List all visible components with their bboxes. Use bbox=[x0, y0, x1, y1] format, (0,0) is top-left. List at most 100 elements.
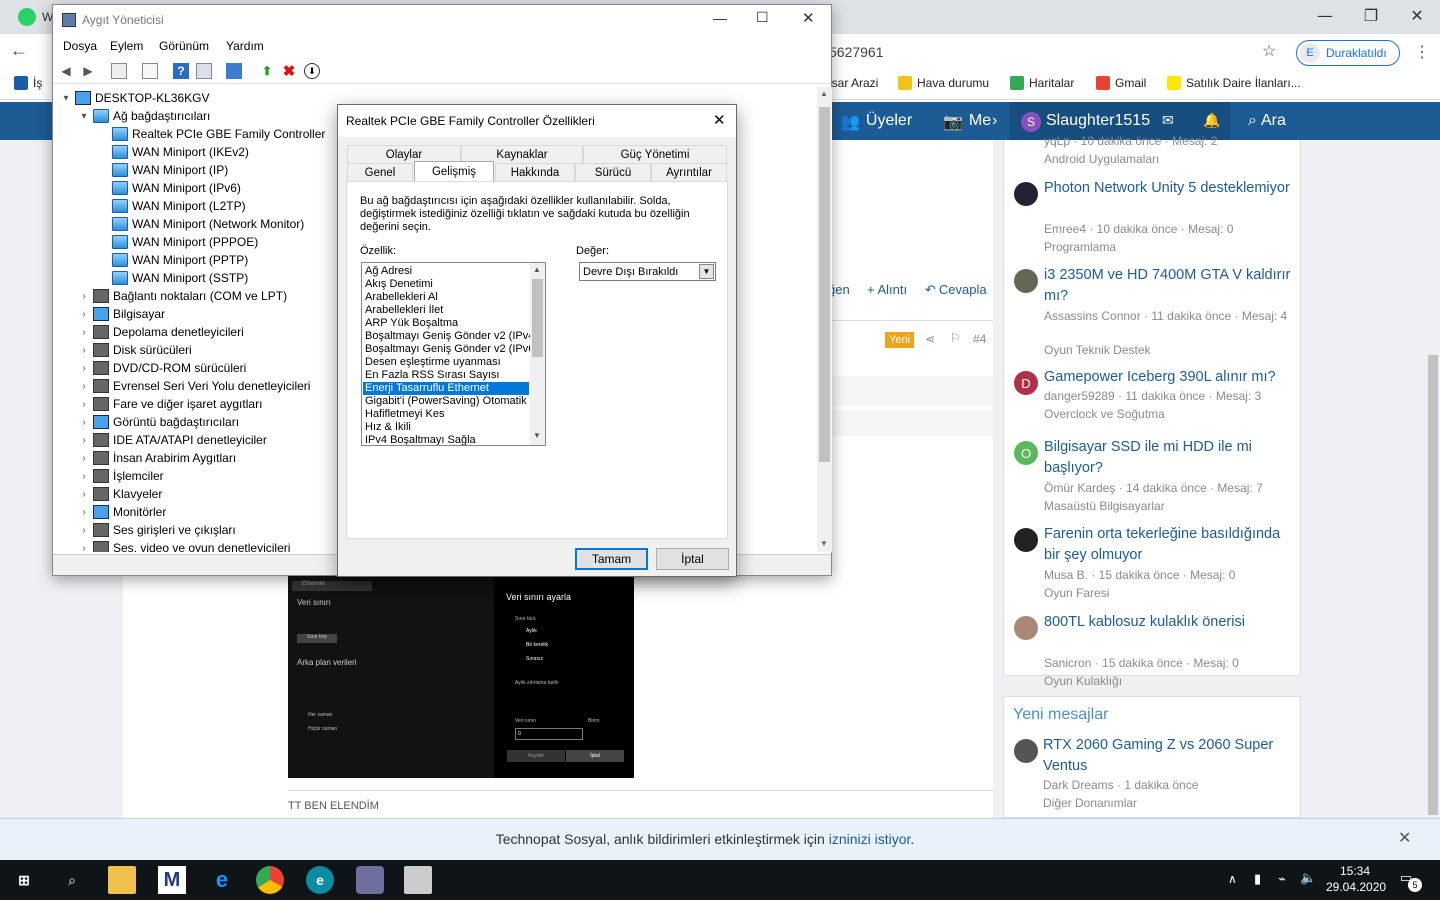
expand-down-icon[interactable]: ▾ bbox=[79, 111, 89, 122]
menu-help[interactable]: Yardım bbox=[226, 39, 264, 53]
expand-right-icon[interactable]: › bbox=[79, 489, 89, 500]
help-icon[interactable]: ? bbox=[173, 63, 189, 79]
property-list-item[interactable]: Enerji Tasarruflu Ethernet bbox=[363, 382, 529, 395]
tree-item-adapter[interactable]: WAN Miniport (Network Monitor) bbox=[98, 215, 304, 233]
tree-group[interactable]: › Depolama denetleyicileri bbox=[79, 323, 244, 341]
close-icon[interactable]: ✕ bbox=[802, 9, 815, 27]
malwarebytes-icon[interactable]: M bbox=[158, 866, 186, 894]
list-icon[interactable] bbox=[142, 63, 158, 79]
close-icon[interactable]: ✕ bbox=[713, 111, 726, 129]
chevron-up-icon[interactable]: ∧ bbox=[1228, 872, 1237, 886]
scroll-down-icon[interactable]: ▼ bbox=[533, 431, 541, 440]
scrollbar-thumb[interactable] bbox=[532, 279, 543, 357]
kebab-menu-icon[interactable]: ⋮ bbox=[1414, 42, 1430, 62]
expand-right-icon[interactable]: › bbox=[79, 453, 89, 464]
tree-item-adapter[interactable]: WAN Miniport (SSTP) bbox=[98, 269, 248, 287]
game-icon[interactable] bbox=[356, 866, 384, 894]
tree-group[interactable]: › Bilgisayar bbox=[79, 305, 165, 323]
uninstall-icon[interactable]: ✖ bbox=[281, 63, 297, 80]
property-list[interactable]: Ağ Adresi Akış Denetimi Arabellekleri Al Ar… bbox=[361, 262, 546, 446]
thread-title[interactable]: RTX 2060 Gaming Z vs 2060 Super Ventus bbox=[1043, 735, 1293, 777]
property-list-item[interactable]: Akış Denetimi bbox=[365, 278, 531, 291]
star-icon[interactable]: ☆ bbox=[1262, 41, 1276, 61]
dialog-titlebar[interactable]: Realtek PCIe GBE Family Controller Özell… bbox=[338, 105, 736, 137]
profile-button[interactable]: E Duraklatıldı bbox=[1296, 40, 1400, 66]
tree-group[interactable]: › Görüntü bağdaştırıcıları bbox=[79, 413, 239, 431]
tree-item-adapter[interactable]: WAN Miniport (L2TP) bbox=[98, 197, 246, 215]
back-icon[interactable]: ◀ bbox=[58, 63, 74, 79]
bookmark-hava[interactable]: Hava durumu bbox=[898, 76, 989, 90]
post-image[interactable]: Ethernet Veri sınırı Sınır koy Arka plan… bbox=[288, 576, 634, 778]
bookmark-sahibinden[interactable]: Satılık Daire İlanları... bbox=[1167, 76, 1301, 90]
expand-right-icon[interactable]: › bbox=[79, 309, 89, 320]
tree-group[interactable]: › Ses girişleri ve çıkışları bbox=[79, 521, 236, 539]
expand-right-icon[interactable]: › bbox=[79, 543, 89, 553]
volume-icon[interactable]: 🔈 bbox=[1300, 870, 1316, 886]
tree-group[interactable]: › IDE ATA/ATAPI denetleyiciler bbox=[79, 431, 267, 449]
expand-right-icon[interactable]: › bbox=[79, 507, 89, 518]
notification-link[interactable]: izninizi istiyor bbox=[829, 831, 911, 847]
tree-group-network[interactable]: ▾ Ağ bağdaştırıcıları bbox=[79, 107, 210, 125]
tab-details[interactable]: Ayrıntılar bbox=[651, 163, 727, 181]
property-list-item[interactable]: IPv4 Boşaltmayı Sağla bbox=[365, 434, 531, 445]
restore-icon[interactable]: ❐ bbox=[1348, 0, 1394, 30]
share-icon[interactable]: ⋖ bbox=[925, 332, 935, 346]
bookmark-icon[interactable]: ⚐ bbox=[950, 331, 961, 345]
bell-icon[interactable]: 🔔 bbox=[1203, 112, 1220, 129]
url-bar[interactable]: 5627961 bbox=[829, 44, 884, 60]
close-icon[interactable]: ✕ bbox=[1394, 0, 1440, 30]
chrome-icon[interactable] bbox=[256, 866, 284, 894]
clock[interactable]: 15:34 29.04.2020 bbox=[1326, 863, 1386, 895]
device-manager-taskbar-icon[interactable] bbox=[404, 866, 432, 894]
window-titlebar[interactable]: Aygıt Yöneticisi — ☐ ✕ bbox=[53, 5, 831, 35]
expand-right-icon[interactable]: › bbox=[79, 525, 89, 536]
cancel-button[interactable]: İptal bbox=[656, 548, 729, 570]
property-list-item[interactable]: Boşaltmayı Geniş Gönder v2 (IPv6) bbox=[365, 343, 531, 356]
expand-down-icon[interactable]: ▾ bbox=[61, 93, 71, 104]
property-list-item[interactable]: Boşaltmayı Geniş Gönder v2 (IPv4) bbox=[365, 330, 531, 343]
download-icon[interactable]: ⬇ bbox=[304, 63, 320, 79]
property-list-item[interactable]: Desen eşleştirme uyanması bbox=[365, 356, 531, 369]
scroll-up-icon[interactable]: ▲ bbox=[533, 265, 541, 274]
nav-search[interactable]: ⌕ Ara bbox=[1248, 112, 1286, 130]
tree-group[interactable]: › İşlemciler bbox=[79, 467, 164, 485]
reply-button[interactable]: ↶ Cevapla bbox=[925, 282, 987, 298]
tab-about[interactable]: Hakkında bbox=[495, 163, 575, 181]
back-arrow-icon[interactable]: ← bbox=[10, 40, 28, 61]
thread-title[interactable]: Photon Network Unity 5 desteklemiyor bbox=[1044, 178, 1294, 199]
tab-general[interactable]: Genel bbox=[347, 163, 413, 181]
expand-right-icon[interactable]: › bbox=[79, 291, 89, 302]
bookmark-arazi[interactable]: isar Arazi bbox=[829, 76, 878, 90]
ok-button[interactable]: Tamam bbox=[575, 548, 648, 570]
tree-group[interactable]: › Monitörler bbox=[79, 503, 166, 521]
expand-right-icon[interactable]: › bbox=[79, 399, 89, 410]
tree-item-adapter[interactable]: Realtek PCIe GBE Family Controller bbox=[98, 125, 325, 143]
tree-group[interactable]: › Fare ve diğer işaret aygıtları bbox=[79, 395, 262, 413]
expand-right-icon[interactable]: › bbox=[79, 417, 89, 428]
expand-right-icon[interactable]: › bbox=[79, 471, 89, 482]
thread-title[interactable]: Gamepower Iceberg 390L alınır mı? bbox=[1044, 367, 1294, 388]
nav-username[interactable]: Slaughter1515 bbox=[1046, 112, 1150, 130]
tree-group[interactable]: › İnsan Arabirim Aygıtları bbox=[79, 449, 236, 467]
scrollbar[interactable]: ▲ ▼ bbox=[817, 87, 832, 552]
expand-right-icon[interactable]: › bbox=[79, 381, 89, 392]
forward-icon[interactable]: ▶ bbox=[80, 63, 96, 79]
file-explorer-icon[interactable] bbox=[108, 866, 136, 894]
battery-icon[interactable]: ▮ bbox=[1254, 871, 1261, 887]
tree-item-adapter[interactable]: WAN Miniport (IP) bbox=[98, 161, 228, 179]
property-list-item[interactable]: Hız & İkili bbox=[365, 421, 531, 434]
property-list-item[interactable]: ARP Yük Boşaltma bbox=[365, 317, 531, 330]
property-list-item[interactable]: Arabellekleri Al bbox=[365, 291, 531, 304]
view-icon[interactable] bbox=[196, 63, 212, 79]
bookmark-maps[interactable]: Haritalar bbox=[1010, 76, 1074, 90]
tab-driver[interactable]: Sürücü bbox=[575, 163, 651, 181]
scrollbar[interactable]: ▲ ▼ bbox=[530, 263, 545, 445]
tree-item-adapter[interactable]: WAN Miniport (PPTP) bbox=[98, 251, 248, 269]
tree-item-adapter[interactable]: WAN Miniport (PPPOE) bbox=[98, 233, 258, 251]
property-list-item[interactable]: Arabellekleri İlet bbox=[365, 304, 531, 317]
page-scrollbar[interactable] bbox=[1428, 355, 1438, 815]
bookmark-gmail[interactable]: Gmail bbox=[1096, 76, 1146, 90]
tree-group[interactable]: › Evrensel Seri Veri Yolu denetleyicileri bbox=[79, 377, 310, 395]
expand-right-icon[interactable]: › bbox=[79, 345, 89, 356]
expand-right-icon[interactable]: › bbox=[79, 327, 89, 338]
